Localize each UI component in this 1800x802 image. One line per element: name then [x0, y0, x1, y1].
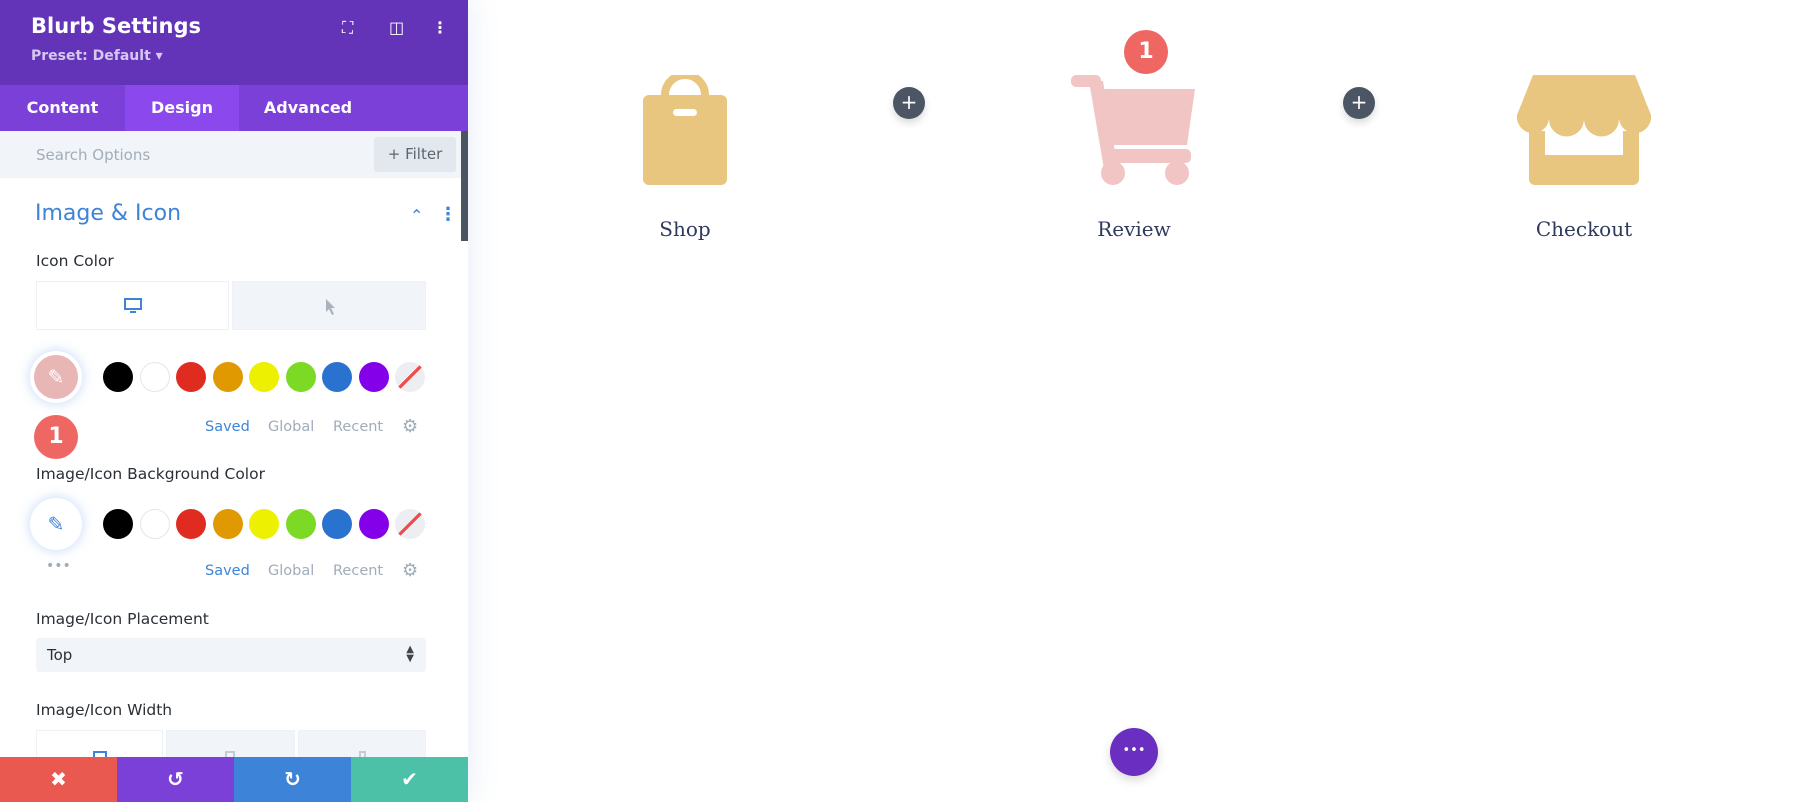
desktop-tab[interactable] [36, 281, 229, 330]
shopping-bag-icon[interactable] [643, 75, 727, 185]
saved-link[interactable]: Saved [205, 563, 250, 579]
color-swatch[interactable] [103, 509, 133, 539]
scrollbar[interactable] [461, 131, 468, 241]
save-button[interactable]: ✔ [351, 757, 468, 802]
gear-icon[interactable]: ⚙ [402, 560, 418, 581]
section-menu-icon[interactable]: ⋮ [439, 204, 457, 225]
placement-label: Image/Icon Placement [36, 610, 209, 628]
global-link[interactable]: Global [268, 419, 314, 435]
color-swatch[interactable] [322, 362, 352, 392]
preset-dropdown[interactable]: Preset: Default ▾ [31, 48, 163, 64]
color-swatch[interactable] [395, 362, 425, 392]
page-settings-button[interactable]: ••• [1110, 728, 1158, 776]
redo-button[interactable]: ↻ [234, 757, 351, 802]
color-swatch[interactable] [249, 362, 279, 392]
color-swatch[interactable] [358, 362, 389, 392]
add-module-button[interactable]: + [1343, 87, 1375, 119]
eyedropper-icon: ✎ [47, 365, 65, 389]
cursor-icon [326, 299, 335, 315]
tab-advanced[interactable]: Advanced [239, 85, 377, 131]
panel-tabs: Content Design Advanced [0, 85, 468, 131]
recent-link[interactable]: Recent [333, 419, 383, 435]
step-badge: 1 [34, 415, 78, 459]
discard-button[interactable]: ✖ [0, 757, 117, 802]
width-phone-tab[interactable] [298, 730, 426, 761]
split-view-icon[interactable]: ◫ [389, 18, 404, 37]
undo-icon: ↺ [167, 767, 184, 791]
color-swatch[interactable] [249, 509, 279, 539]
close-icon: ✖ [50, 767, 67, 791]
redo-icon: ↻ [284, 767, 301, 791]
placement-value: Top [47, 646, 73, 664]
add-module-button[interactable]: + [893, 87, 925, 119]
width-label: Image/Icon Width [36, 701, 173, 719]
saved-link[interactable]: Saved [205, 419, 250, 435]
bg-color-picker[interactable]: ✎ [30, 498, 82, 550]
panel-header [0, 0, 468, 85]
blurb-title-checkout[interactable]: Checkout [1484, 217, 1684, 241]
more-dots-icon[interactable]: ••• [46, 558, 71, 574]
bg-color-label: Image/Icon Background Color [36, 465, 265, 483]
color-swatch[interactable] [322, 509, 352, 539]
collapse-icon[interactable]: ⌃ [410, 206, 423, 225]
width-tablet-tab[interactable] [166, 730, 295, 761]
eyedropper-icon: ✎ [47, 512, 65, 536]
color-swatch[interactable] [212, 509, 243, 539]
search-input[interactable]: Search Options [36, 146, 150, 164]
color-swatch[interactable] [139, 509, 170, 539]
blurb-title-shop[interactable]: Shop [585, 217, 785, 241]
gear-icon[interactable]: ⚙ [402, 416, 418, 437]
blurb-title-review[interactable]: Review [1034, 217, 1234, 241]
step-badge: 1 [1124, 30, 1168, 74]
section-title[interactable]: Image & Icon [35, 201, 181, 226]
select-arrows-icon: ▲ ▼ [406, 644, 414, 664]
undo-button[interactable]: ↺ [117, 757, 234, 802]
hover-tab[interactable] [232, 281, 426, 330]
recent-link[interactable]: Recent [333, 563, 383, 579]
color-swatch[interactable] [139, 362, 170, 392]
icon-color-picker[interactable]: ✎ [30, 351, 82, 403]
color-swatch[interactable] [358, 509, 389, 539]
icon-color-label: Icon Color [36, 252, 114, 270]
width-desktop-tab[interactable] [36, 730, 163, 761]
color-swatch[interactable] [285, 362, 316, 392]
color-swatch[interactable] [176, 509, 206, 539]
shopping-cart-icon[interactable] [1071, 75, 1197, 185]
desktop-icon [124, 298, 142, 313]
placement-select[interactable]: Top ▲ ▼ [36, 638, 426, 672]
color-swatch[interactable] [212, 362, 243, 392]
global-link[interactable]: Global [268, 563, 314, 579]
tab-design[interactable]: Design [125, 85, 239, 131]
store-icon[interactable] [1517, 75, 1651, 185]
check-icon: ✔ [401, 767, 418, 791]
color-swatch[interactable] [395, 509, 425, 539]
panel-title: Blurb Settings [31, 14, 201, 38]
tab-content[interactable]: Content [0, 85, 125, 131]
fullscreen-icon[interactable]: ⛶ [342, 18, 353, 38]
color-swatch[interactable] [176, 362, 206, 392]
more-options-icon[interactable]: ⋮ [432, 18, 448, 37]
color-swatch[interactable] [103, 362, 133, 392]
filter-button[interactable]: + Filter [374, 137, 456, 172]
color-swatch[interactable] [285, 509, 316, 539]
settings-panel: Blurb Settings Preset: Default ▾ ⛶ ◫ ⋮ C… [0, 0, 468, 802]
